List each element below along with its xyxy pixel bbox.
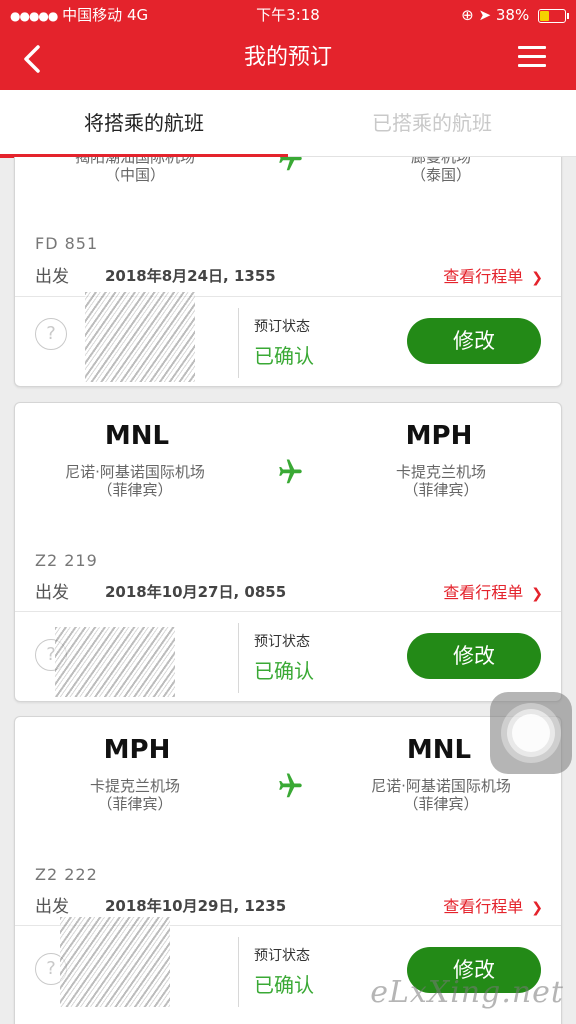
destination-airport: 卡提克兰机场 <box>395 463 486 481</box>
origin-country: （菲律宾） <box>97 795 173 813</box>
origin-country: （菲律宾） <box>97 481 173 499</box>
assistive-touch-button[interactable] <box>490 692 572 774</box>
depart-datetime: 2018年10月27日, 0855 <box>105 583 287 601</box>
flight-number: FD 851 <box>35 234 99 253</box>
booking-status-label: 预订状态 <box>254 948 310 964</box>
booking-status-value: 已确认 <box>254 659 314 683</box>
redacted-passenger-name <box>85 292 195 382</box>
booking-status-value: 已确认 <box>254 973 314 997</box>
help-icon[interactable]: ? <box>35 318 67 350</box>
depart-label: 出发 <box>35 583 69 603</box>
depart-datetime: 2018年8月24日, 1355 <box>105 267 276 285</box>
depart-label: 出发 <box>35 897 69 917</box>
origin-code: MPH <box>103 735 171 765</box>
app-header: ●●●●● 中国移动 4G 下午3:18 ⊕ ➤ 38% 我的预订 <box>0 0 576 90</box>
destination-country: （菲律宾） <box>403 481 479 499</box>
origin-airport: 揭阳潮汕国际机场 <box>74 157 195 166</box>
tab-past-flights[interactable]: 已搭乘的航班 <box>288 90 576 156</box>
airplane-icon <box>279 157 302 171</box>
status-bar: ●●●●● 中国移动 4G 下午3:18 ⊕ ➤ 38% <box>0 0 576 30</box>
destination-airport: 尼诺·阿基诺国际机场 <box>371 777 511 795</box>
view-itinerary-link[interactable]: 查看行程单 ❯ <box>443 579 543 603</box>
booking-status-value: 已确认 <box>254 344 314 368</box>
battery-icon <box>538 8 569 23</box>
booking-status-label: 预订状态 <box>254 319 310 335</box>
edit-booking-button[interactable]: 修改 <box>407 318 541 364</box>
destination-country: （菲律宾） <box>403 795 479 813</box>
origin-country: （中国） <box>104 166 165 184</box>
chevron-right-icon: ❯ <box>531 586 543 602</box>
view-itinerary-link[interactable]: 查看行程单 ❯ <box>443 263 543 287</box>
destination-code: MPH <box>405 421 473 451</box>
chevron-right-icon: ❯ <box>531 270 543 286</box>
destination-airport: 廊曼机场 <box>410 157 471 166</box>
flight-card: MNL MPH 尼诺·阿基诺国际机场 （菲律宾） 卡提克兰机场 （菲律宾） Z2… <box>14 402 562 702</box>
flight-card: 揭阳潮汕国际机场 （中国） 廊曼机场 （泰国） FD 851 出发 2018年8… <box>14 157 562 387</box>
location-arrow-icon: ➤ <box>478 6 492 24</box>
view-itinerary-link[interactable]: 查看行程单 ❯ <box>443 893 543 917</box>
tab-upcoming-flights[interactable]: 将搭乘的航班 <box>0 90 288 156</box>
depart-datetime: 2018年10月29日, 1235 <box>105 897 287 915</box>
depart-label: 出发 <box>35 267 69 287</box>
menu-icon[interactable] <box>518 46 546 68</box>
watermark: eLxXing.net <box>370 975 564 1010</box>
chevron-right-icon: ❯ <box>531 900 543 916</box>
flight-number: Z2 222 <box>35 865 98 884</box>
booking-tabs: 将搭乘的航班 已搭乘的航班 <box>0 90 576 158</box>
origin-code: MNL <box>104 421 170 451</box>
flight-number: Z2 219 <box>35 551 98 570</box>
airplane-icon <box>279 459 302 484</box>
lock-rotation-icon: ⊕ <box>461 6 474 24</box>
redacted-passenger-name <box>60 917 170 1007</box>
origin-airport: 卡提克兰机场 <box>89 777 180 795</box>
redacted-passenger-name <box>55 627 175 697</box>
flight-list[interactable]: 揭阳潮汕国际机场 （中国） 廊曼机场 （泰国） FD 851 出发 2018年8… <box>0 157 576 1024</box>
page-title: 我的预订 <box>243 45 332 70</box>
edit-booking-button[interactable]: 修改 <box>407 633 541 679</box>
airplane-icon <box>279 773 302 798</box>
destination-country: （泰国） <box>410 166 471 184</box>
nav-bar: 我的预订 <box>0 30 576 90</box>
booking-status-label: 预订状态 <box>254 634 310 650</box>
origin-airport: 尼诺·阿基诺国际机场 <box>65 463 205 481</box>
battery-percent: 38% <box>495 6 530 24</box>
